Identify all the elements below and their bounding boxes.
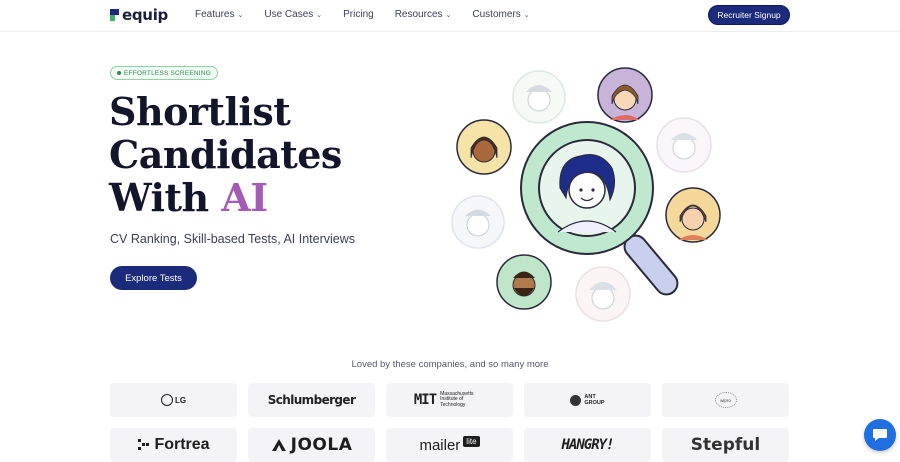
logo-tile-wipro: wipro (662, 383, 789, 417)
hangry-logo: HANGRY! (561, 437, 614, 453)
lg-logo: LG (160, 394, 187, 406)
menu-item-customers[interactable]: Customers ⌄ (472, 9, 529, 20)
chevron-down-icon: ⌄ (237, 11, 244, 19)
badge-label: EFFORTLESS SCREENING (124, 69, 211, 77)
explore-tests-button[interactable]: Explore Tests (110, 266, 197, 290)
ant-subtext: GROUP (584, 400, 605, 406)
logo-tile-mailerlite: mailer lite (386, 428, 513, 462)
mit-logo: MIT Massachusetts Institute of Technolog… (413, 390, 485, 409)
stepful-logo: Stepful (690, 435, 761, 455)
main-menu: Features ⌄ Use Cases ⌄ Pricing Resources… (195, 9, 551, 20)
avatar-faded-bottom (575, 266, 631, 322)
lg-mark-icon (160, 394, 173, 406)
avatar-yellow-right (665, 187, 721, 243)
lg-logo-text: LG (174, 395, 187, 405)
hero-headline: Shortlist Candidates With AI (109, 90, 342, 219)
menu-item-pricing[interactable]: Pricing (343, 9, 374, 20)
fortrea-logo: Fortrea (137, 436, 210, 454)
ant-mark-icon (570, 394, 582, 406)
ant-group-logo: ANT GROUP (570, 394, 605, 406)
menu-item-label: Resources (394, 9, 443, 20)
logo-tile-joola: JOOLA (248, 428, 375, 462)
hero-badge: EFFORTLESS SCREENING (110, 66, 218, 80)
mit-mark: MIT (413, 392, 437, 408)
headline-line-1: Shortlist (109, 89, 291, 134)
mailer-text: mailer (419, 436, 461, 454)
chevron-down-icon: ⌄ (316, 11, 323, 19)
menu-item-use-cases[interactable]: Use Cases ⌄ (264, 9, 322, 20)
avatar-faded-left (451, 195, 505, 249)
hero-subtitle: CV Ranking, Skill-based Tests, AI Interv… (110, 232, 356, 246)
brand-logo[interactable]: equip (110, 6, 168, 24)
logo-tile-hangry: HANGRY! (524, 428, 651, 462)
avatar-green-bearded (496, 254, 552, 310)
joola-mark-icon (271, 439, 286, 451)
headline-line-2: Candidates (109, 132, 342, 177)
candidate-search-illustration (451, 67, 721, 322)
fortrea-mark-icon (138, 439, 150, 450)
menu-item-label: Customers (472, 9, 521, 20)
customer-logos: LG Schlumberger MIT Massachusetts Instit… (110, 383, 790, 462)
schlumberger-logo: Schlumberger (267, 393, 356, 407)
menu-item-label: Features (195, 9, 235, 20)
headline-line-3-prefix: With (109, 175, 222, 220)
menu-item-features[interactable]: Features ⌄ (195, 9, 243, 20)
joola-text: JOOLA (290, 435, 353, 455)
logo-tile-mit: MIT Massachusetts Institute of Technolog… (386, 383, 513, 417)
top-nav: equip Features ⌄ Use Cases ⌄ Pricing Res… (0, 0, 900, 32)
logo-tile-stepful: Stepful (662, 428, 789, 462)
chat-bubble-icon (873, 429, 887, 441)
badge-dot-icon (117, 71, 121, 75)
menu-item-resources[interactable]: Resources ⌄ (395, 9, 452, 20)
logo-tile-ant-group: ANT GROUP (524, 383, 651, 417)
avatar-faded-right (656, 117, 712, 173)
mailerlite-logo: mailer lite (419, 435, 480, 454)
logo-tile-schlumberger: Schlumberger (248, 383, 375, 417)
chevron-down-icon: ⌄ (445, 11, 452, 19)
joola-logo: JOOLA (271, 435, 353, 455)
menu-item-label: Use Cases (264, 9, 314, 20)
fortrea-text: Fortrea (154, 436, 210, 453)
chevron-down-icon: ⌄ (523, 11, 530, 19)
chat-widget-button[interactable] (864, 419, 896, 451)
headline-accent: AI (221, 175, 268, 220)
logo-text: equip (122, 6, 168, 24)
wipro-logo: wipro (714, 392, 737, 408)
recruiter-signup-button[interactable]: Recruiter Signup (708, 5, 790, 25)
equip-logo-icon (110, 9, 119, 21)
avatar-faded-top (512, 70, 566, 124)
avatar-yellow-left (456, 119, 512, 175)
logo-tile-fortrea: Fortrea (110, 428, 237, 462)
lite-badge: lite (463, 435, 480, 447)
logo-tile-lg: LG (110, 383, 237, 417)
mit-subtext: Massachusetts Institute of Technology (440, 390, 474, 408)
menu-item-label: Pricing (343, 9, 374, 20)
avatar-purple (597, 67, 653, 123)
logos-caption: Loved by these companies, and so many mo… (351, 359, 549, 370)
